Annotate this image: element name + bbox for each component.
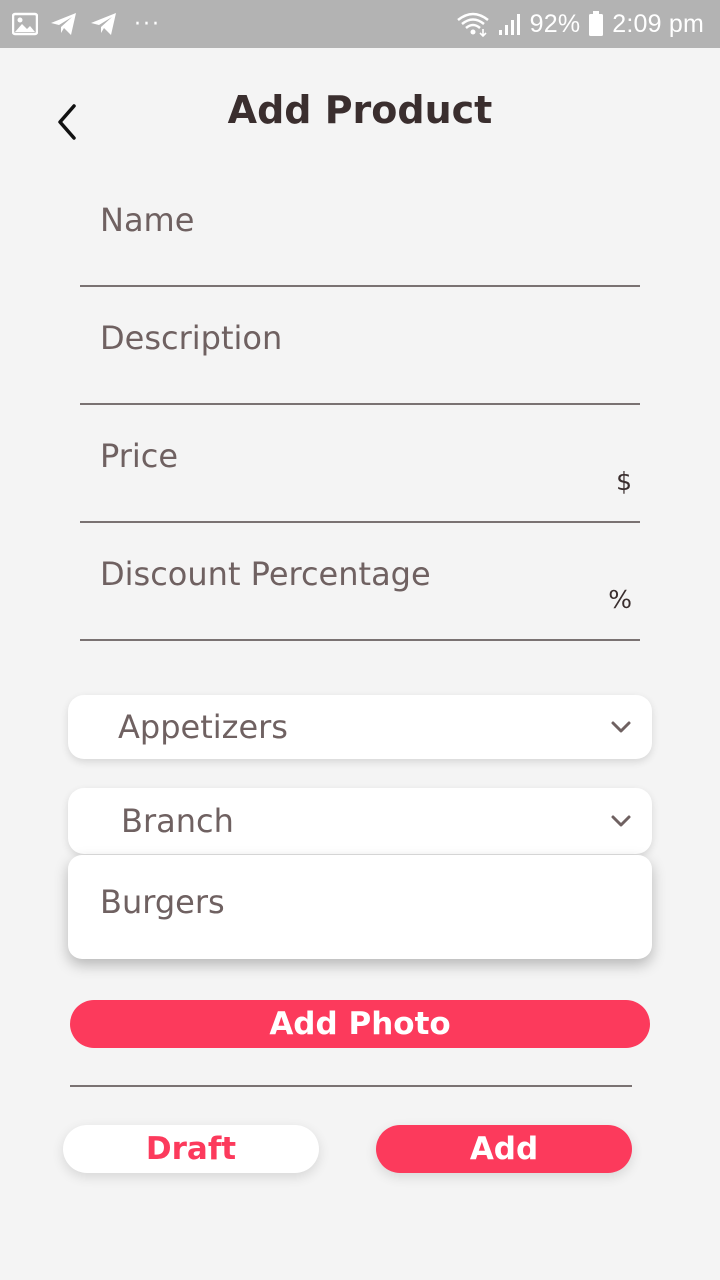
add-button[interactable]: Add <box>376 1125 632 1173</box>
status-bar-right: 92% 2:09 pm <box>456 10 704 39</box>
status-bar-left: ··· <box>12 12 161 37</box>
dropdown-menu: Burgers <box>68 855 652 959</box>
battery-icon <box>588 11 604 37</box>
telegram-icon <box>90 12 118 36</box>
dropdown-option-burgers[interactable]: Burgers <box>100 883 225 921</box>
telegram-icon <box>50 12 78 36</box>
divider <box>70 1085 632 1087</box>
more-notifications-indicator: ··· <box>134 11 161 37</box>
description-field-placeholder: Description <box>100 319 283 357</box>
chevron-down-icon <box>611 721 631 733</box>
status-bar: ··· 92% 2:09 pm <box>0 0 720 48</box>
category-dropdown[interactable]: Appetizers <box>68 695 652 759</box>
gallery-icon <box>12 12 38 36</box>
price-field-placeholder: Price <box>100 437 179 475</box>
draft-button[interactable]: Draft <box>63 1125 319 1173</box>
branch-dropdown[interactable]: Branch <box>68 788 652 854</box>
branch-dropdown-value: Branch <box>121 802 234 840</box>
category-dropdown-value: Appetizers <box>118 708 288 746</box>
discount-percentage-field[interactable]: Discount Percentage % <box>80 541 640 641</box>
wifi-icon <box>456 11 490 37</box>
signal-icon <box>498 12 522 36</box>
add-photo-button[interactable]: Add Photo <box>70 1000 650 1048</box>
name-field-placeholder: Name <box>100 201 195 239</box>
name-field[interactable]: Name <box>80 187 640 287</box>
clock-time: 2:09 pm <box>612 9 704 38</box>
page-title: Add Product <box>227 88 493 132</box>
discount-field-placeholder: Discount Percentage <box>100 555 431 593</box>
percent-suffix: % <box>608 585 632 614</box>
description-field[interactable]: Description <box>80 305 640 405</box>
dollar-suffix: $ <box>616 467 632 496</box>
price-field[interactable]: Price $ <box>80 423 640 523</box>
battery-percent: 92% <box>529 9 581 38</box>
chevron-down-icon <box>611 815 631 827</box>
